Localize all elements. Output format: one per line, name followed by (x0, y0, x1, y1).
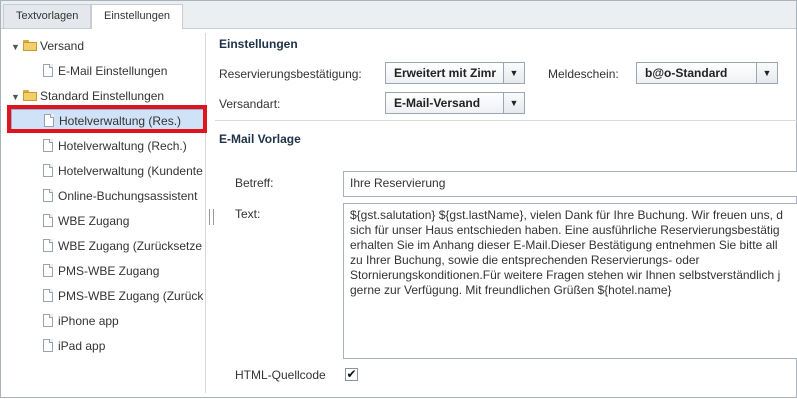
email-body-textarea[interactable]: ${gst.salutation} ${gst.lastName}, viele… (343, 203, 797, 359)
tree-item-label: Hotelverwaltung (Rech.) (58, 139, 187, 153)
versandart-value: E-Mail-Versand (394, 96, 481, 110)
document-icon (43, 314, 53, 327)
tree-item-wbe-zugang-zuruecksetzen[interactable]: WBE Zugang (Zurücksetze (43, 235, 202, 257)
document-icon (43, 239, 53, 252)
window-frame: Textvorlagen Einstellungen ▼ Versand E-Ma… (0, 0, 797, 398)
tree-item-label: iPhone app (58, 314, 119, 328)
tree-item-hotelverwaltung-rech[interactable]: Hotelverwaltung (Rech.) (43, 135, 187, 157)
triangle-down-icon[interactable]: ▼ (11, 36, 21, 58)
meldeschein-select[interactable]: b@o-Standard ▼ (636, 62, 778, 84)
chevron-down-icon[interactable]: ▼ (756, 63, 777, 83)
settings-section-title: Einstellungen (219, 37, 298, 51)
chevron-down-icon[interactable]: ▼ (503, 63, 524, 83)
document-icon (43, 164, 53, 177)
email-section-title: E-Mail Vorlage (219, 132, 301, 146)
tree-item-label: Hotelverwaltung (Kundente (58, 164, 203, 178)
tab-einstellungen[interactable]: Einstellungen (91, 4, 184, 29)
tree-item-label: Versand (40, 39, 85, 53)
tree-item-email-einstellungen[interactable]: E-Mail Einstellungen (43, 60, 167, 82)
section-divider (215, 120, 797, 121)
folder-open-icon (23, 90, 37, 101)
document-icon (43, 139, 53, 152)
document-icon (43, 64, 53, 77)
tree-item-iphone-app[interactable]: iPhone app (43, 310, 119, 332)
document-icon (43, 214, 53, 227)
tab-bar: Textvorlagen Einstellungen (1, 1, 796, 29)
html-source-label: HTML-Quellcode (235, 368, 326, 382)
reservation-select[interactable]: Erweitert mit Zimr ▼ (385, 62, 525, 84)
text-label: Text: (235, 207, 261, 221)
chevron-down-icon[interactable]: ▼ (503, 93, 524, 113)
tree-item-ipad-app[interactable]: iPad app (43, 335, 105, 357)
subject-input[interactable]: Ihre Reservierung (343, 171, 797, 197)
document-icon (43, 289, 53, 302)
versandart-label: Versandart: (219, 97, 281, 111)
reservation-label: Reservierungsbestätigung: (219, 67, 362, 81)
tree-item-label: WBE Zugang (Zurücksetze (58, 239, 203, 253)
tree-item-label: Standard Einstellungen (40, 89, 165, 103)
tree-item-versand[interactable]: ▼ Versand (11, 35, 84, 57)
tree-item-online-buchungsassistent[interactable]: Online-Buchungsassistent (43, 185, 197, 207)
highlight-box (7, 105, 207, 133)
tree-item-pms-wbe-zugang[interactable]: PMS-WBE Zugang (43, 260, 159, 282)
splitter-handle[interactable] (209, 209, 214, 225)
meldeschein-value: b@o-Standard (645, 66, 728, 80)
tree-item-label: PMS-WBE Zugang (Zurück (58, 289, 204, 303)
tree-item-label: Online-Buchungsassistent (58, 189, 198, 203)
tree-item-wbe-zugang[interactable]: WBE Zugang (43, 210, 129, 232)
document-icon (43, 339, 53, 352)
reservation-value: Erweitert mit Zimr (394, 66, 497, 80)
document-icon (43, 264, 53, 277)
main-panel: Einstellungen Reservierungsbestätigung: … (215, 29, 797, 399)
html-source-checkbox[interactable]: ✔ (345, 368, 358, 381)
meldeschein-label: Meldeschein: (548, 67, 619, 81)
tree-item-label: PMS-WBE Zugang (58, 264, 160, 278)
sidebar-tree: ▼ Versand E-Mail Einstellungen ▼ Standard … (3, 33, 206, 393)
tree-item-pms-wbe-zugang-zurueck[interactable]: PMS-WBE Zugang (Zurück (43, 285, 203, 307)
tree-item-label: iPad app (58, 339, 106, 353)
versandart-select[interactable]: E-Mail-Versand ▼ (385, 92, 525, 114)
tree-item-standard-einstellungen[interactable]: ▼ Standard Einstellungen (11, 85, 164, 107)
subject-label: Betreff: (235, 176, 274, 190)
tree-item-label: WBE Zugang (58, 214, 130, 228)
tree-item-hotelverwaltung-kunden[interactable]: Hotelverwaltung (Kundente (43, 160, 203, 182)
document-icon (43, 189, 53, 202)
tab-textvorlagen[interactable]: Textvorlagen (3, 4, 92, 28)
folder-open-icon (23, 40, 37, 51)
tree-item-label: E-Mail Einstellungen (58, 64, 168, 78)
